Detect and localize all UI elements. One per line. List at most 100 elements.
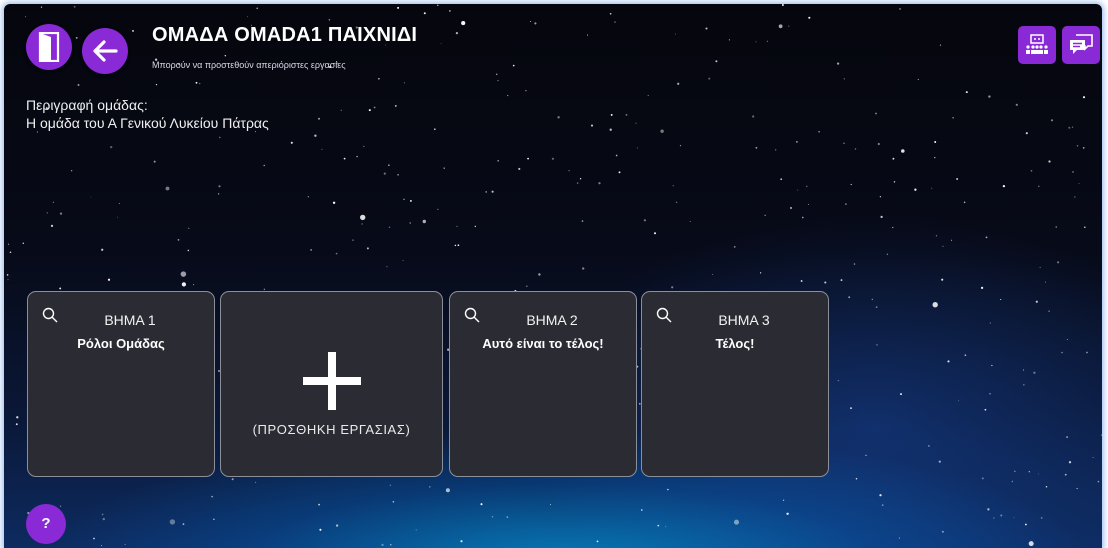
star xyxy=(965,91,968,94)
star xyxy=(195,81,198,84)
star xyxy=(73,5,76,8)
star xyxy=(886,253,889,255)
star xyxy=(1038,185,1040,188)
star xyxy=(824,281,827,284)
plus-icon-bar xyxy=(303,377,361,385)
star xyxy=(941,530,944,533)
star xyxy=(404,82,405,84)
star xyxy=(640,509,643,511)
star xyxy=(963,201,966,204)
help-button[interactable]: ? xyxy=(26,504,66,544)
star xyxy=(247,16,249,18)
star xyxy=(1035,300,1038,303)
star xyxy=(188,227,190,229)
star xyxy=(850,183,852,186)
star xyxy=(124,543,126,545)
star xyxy=(875,306,878,308)
star xyxy=(9,251,12,254)
add-task-card[interactable]: (ΠΡΟΣΘΗΚΗ ΕΡΓΑΣΙΑΣ) xyxy=(220,291,443,477)
star xyxy=(837,62,840,65)
star xyxy=(557,116,560,119)
star xyxy=(952,117,954,119)
star xyxy=(317,117,321,120)
star xyxy=(1048,160,1051,163)
star xyxy=(101,248,104,251)
star xyxy=(679,145,682,147)
star xyxy=(988,95,991,98)
star xyxy=(321,148,323,150)
star xyxy=(892,226,894,229)
star xyxy=(914,188,917,191)
star xyxy=(615,154,618,157)
star xyxy=(840,279,843,282)
star xyxy=(1000,514,1003,517)
star xyxy=(255,481,257,483)
star xyxy=(388,226,391,229)
star xyxy=(526,285,528,287)
star xyxy=(1072,170,1074,173)
star xyxy=(1086,351,1088,354)
star xyxy=(332,201,336,204)
door-icon xyxy=(38,32,60,62)
exit-button[interactable] xyxy=(26,24,72,70)
task-card-step-2[interactable]: ΒΗΜΑ 2 Αυτό είναι το τέλος! xyxy=(449,291,637,477)
star xyxy=(390,544,392,546)
star xyxy=(1068,461,1072,464)
star xyxy=(310,249,312,251)
star xyxy=(609,12,612,15)
star xyxy=(1028,541,1034,547)
star xyxy=(964,354,967,357)
star xyxy=(1014,470,1016,472)
star xyxy=(843,78,845,80)
star xyxy=(7,279,9,281)
star xyxy=(409,199,412,202)
star xyxy=(778,24,783,29)
star xyxy=(677,82,680,85)
star xyxy=(900,393,902,396)
star xyxy=(764,214,766,216)
star xyxy=(388,164,390,167)
star xyxy=(497,159,500,162)
star xyxy=(782,499,785,501)
star xyxy=(980,286,984,290)
star xyxy=(671,286,674,289)
back-button[interactable] xyxy=(82,28,128,74)
star xyxy=(800,280,803,282)
star xyxy=(1082,96,1086,99)
star xyxy=(389,484,392,486)
star xyxy=(366,247,369,250)
star xyxy=(474,225,476,228)
star xyxy=(497,80,499,82)
star xyxy=(1082,147,1085,149)
task-card-step-3[interactable]: ΒΗΜΑ 3 Τέλος! xyxy=(641,291,829,477)
star xyxy=(901,149,905,153)
star xyxy=(1100,434,1102,436)
star xyxy=(454,244,457,247)
star xyxy=(934,156,936,159)
star xyxy=(433,128,436,131)
star xyxy=(314,134,317,137)
team-board-button[interactable] xyxy=(1018,26,1056,64)
star xyxy=(211,495,213,498)
star xyxy=(1033,371,1036,374)
star xyxy=(801,216,804,219)
chat-button[interactable] xyxy=(1062,26,1100,64)
star xyxy=(15,423,18,426)
star xyxy=(1039,266,1041,268)
star xyxy=(437,208,439,210)
star xyxy=(318,503,320,506)
star xyxy=(1048,310,1050,313)
chat-icon xyxy=(1070,34,1093,54)
star xyxy=(1064,473,1067,476)
star xyxy=(1040,517,1043,519)
page-subtitle: Μπορούν να προστεθούν απεριόριστες εργασ… xyxy=(152,60,346,70)
star xyxy=(360,214,366,221)
task-card-step-1[interactable]: ΒΗΜΑ 1 Ρόλοι Ομάδας xyxy=(27,291,215,477)
star xyxy=(1000,298,1002,301)
star xyxy=(59,287,62,290)
star xyxy=(865,454,867,457)
star xyxy=(383,172,386,175)
star xyxy=(789,206,793,210)
star xyxy=(461,21,466,26)
star xyxy=(118,202,120,205)
